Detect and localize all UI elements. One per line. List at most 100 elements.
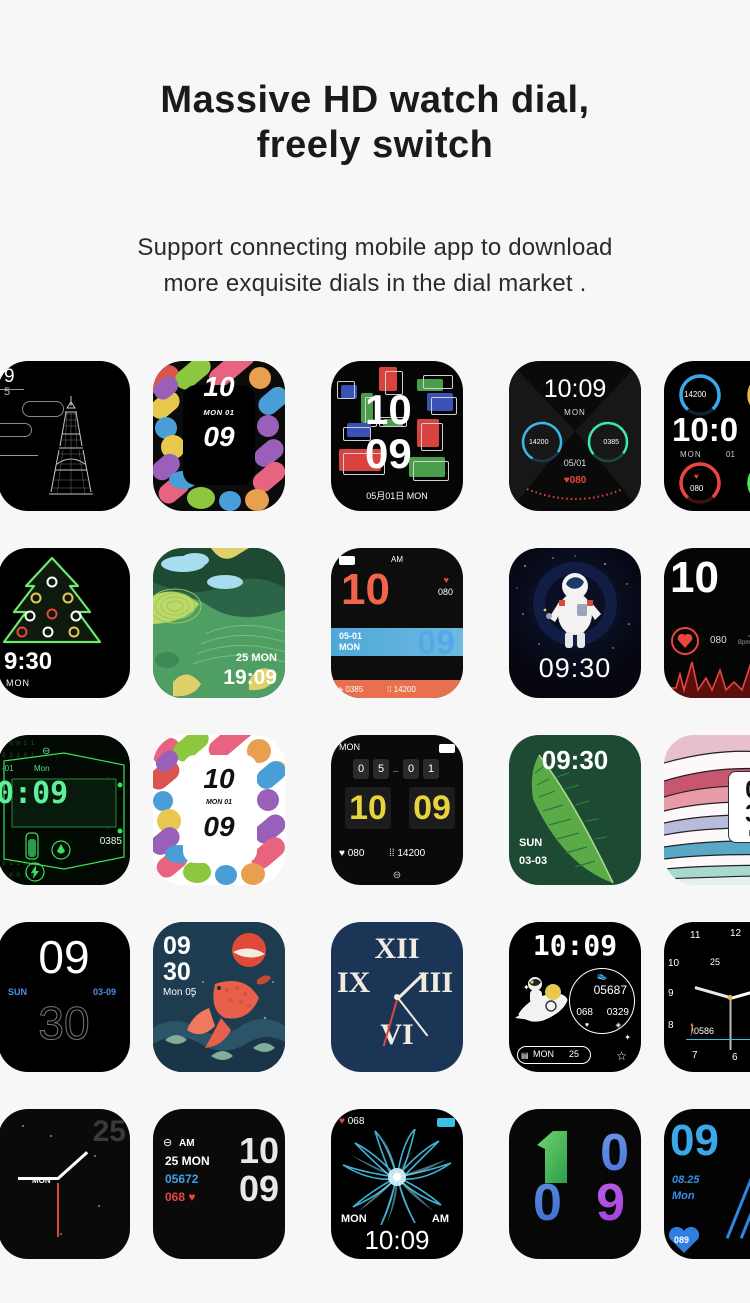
dial-heart-rate: ♥ 080 <box>339 849 364 859</box>
gradient-digit-9: 9 <box>596 1174 625 1232</box>
dial-cell: 25 MON 19:09 <box>130 548 308 698</box>
dial-cell: 14200 10:0 MON 01 ♥ 080 <box>664 361 750 511</box>
decor-block-outline <box>337 381 355 399</box>
horizon-line <box>0 455 38 456</box>
banana-leaf-dial[interactable]: 09:30 SUN 03-03 <box>509 735 641 885</box>
matrix-green-dial[interactable]: 1 0 0 1 10 1 1 0 1 0 1 1 0 11 0 0 1 0 10… <box>0 735 130 885</box>
battery-icon <box>439 744 455 753</box>
four-rings-dial[interactable]: 14200 10:0 MON 01 ♥ 080 <box>664 361 750 511</box>
decor-block-outline <box>431 397 457 415</box>
rocket-astronaut-dial[interactable]: 10:09 👟 05687 068 0329 ♥ ◈ ✦ ✦ ▤ MON 25 … <box>509 922 641 1072</box>
dial-date: MON 01 <box>203 408 235 417</box>
dial-hour: 10 <box>341 565 390 614</box>
decor-slash <box>739 1117 750 1239</box>
subhead-line-2: more exquisite dials in the dial market … <box>163 270 587 297</box>
green-landscape-dial[interactable]: 25 MON 19:09 <box>153 548 285 698</box>
dial-ampm: AM <box>431 1213 449 1225</box>
am-stats-dial[interactable]: ⊖ AM 25 MON 05672 068 ♥ 10 09 <box>153 1109 285 1259</box>
dial-cell: 9:30 MON <box>0 548 130 698</box>
dial-cell: 09:30 <box>486 548 664 698</box>
dial-cell: 09:30 SUN 03-03 <box>486 735 664 885</box>
heart-icon: ♥ <box>584 1022 589 1029</box>
dial-steps: 05672 <box>165 1172 199 1186</box>
dial-hour: 09 <box>670 1116 719 1165</box>
decor-blob <box>215 865 237 885</box>
dial-weekday: Mon <box>34 764 50 773</box>
decor-blob <box>187 487 215 509</box>
dial-minute: 30 <box>729 800 750 829</box>
date-digit: 1 <box>427 763 435 775</box>
battery-icon <box>437 1118 455 1127</box>
roman-numeral-dial[interactable]: XII IX III VI <box>331 922 463 1072</box>
dial-minute: 30 <box>38 997 90 1049</box>
dial-date: 08.25 <box>672 1174 700 1186</box>
orange-split-dial[interactable]: AM 10 ♥ 080 05-01 MON 09 ◈ 0385 ⁞⁞ 14200 <box>331 548 463 698</box>
horizon-line <box>0 389 24 390</box>
eiffel-tower-dial[interactable]: 9 5 <box>0 361 130 511</box>
analog-minimal-dial[interactable]: 25 MON <box>0 1109 130 1259</box>
analog-numbers-dial[interactable]: 11 12 10 9 8 7 6 25 MO 🚶 0586 <box>664 922 750 1072</box>
decor-blob <box>245 489 269 511</box>
headline-line-2: freely switch <box>256 124 494 166</box>
dial-date: -01 <box>2 764 14 773</box>
calendar-icon: ▤ <box>521 1051 529 1060</box>
decor-block-outline <box>423 375 453 389</box>
heart-icon: ♥ <box>694 472 699 481</box>
big-numerals-dial[interactable]: 09 SUN 03-09 30 <box>0 922 130 1072</box>
flip-clock-dial[interactable]: MON 0 5 – 0 1 10 09 ♥ 080 ⁞⁞ 14200 ⊖ <box>331 735 463 885</box>
dial-cell: 10 Mon 080 Bpm ✦ <box>664 548 750 698</box>
dial-weekday: MON <box>339 742 360 752</box>
white-dots-dial[interactable]: 10 MON 01 09 <box>153 735 285 885</box>
dial-heart-rate: ♥080 <box>509 476 641 486</box>
hour-marker-8: 8 <box>668 1020 674 1031</box>
steps-value: 14200 <box>397 848 426 859</box>
roman-numeral-3: III <box>417 966 453 999</box>
dial-steps: ⁞⁞ 14200 <box>387 686 416 694</box>
date-card: 1 <box>423 759 439 779</box>
heartbeat-ecg-dial[interactable]: 10 Mon 080 Bpm ✦ <box>664 548 750 698</box>
dial-hour: 10 <box>670 553 719 602</box>
color-blocks-dial[interactable]: 10 09 05月01日 MON <box>331 361 463 511</box>
hour-card: 10 <box>345 787 391 829</box>
x-cross-rings-dial[interactable]: 10:09 MON 14200 0385 05/01 ♥080 <box>509 361 641 511</box>
calories-ring <box>747 462 750 504</box>
dial-minute: 09 <box>203 811 235 842</box>
dial-cell: 09 AM 08.25 Mon 089 3 <box>664 1109 750 1259</box>
dial-day: 01 <box>726 450 735 459</box>
hour-hand <box>694 986 732 1000</box>
blue-gradient-dial[interactable]: 09 AM 08.25 Mon 089 3 <box>664 1109 750 1259</box>
secondary-ring <box>747 374 750 416</box>
link-icon: ⊖ <box>163 1137 173 1149</box>
dial-heart-rate: 089 <box>674 1235 690 1245</box>
dial-date: Fri 06 <box>729 829 750 838</box>
dial-cell: 09 30 Fri 06 <box>664 735 750 885</box>
dial-cell: 09 30 Mon 05 <box>130 922 308 1072</box>
christmas-tree-dial[interactable]: 9:30 MON <box>0 548 130 698</box>
dial-hour: 10 <box>365 386 412 433</box>
blue-flower-dial[interactable]: ♥ 068 MON AM 10:09 <box>331 1109 463 1259</box>
second-hand <box>730 998 732 1050</box>
dial-cell: 25 MON <box>0 1109 130 1259</box>
cloud-icon <box>0 423 32 437</box>
decor-block-outline <box>421 423 443 451</box>
date-separator: – <box>393 766 399 777</box>
koi-fish-dial[interactable]: 09 30 Mon 05 <box>153 922 285 1072</box>
astronaut-space-dial[interactable]: 09:30 <box>509 548 641 698</box>
star-outline-icon: ☆ <box>616 1049 627 1063</box>
gradient-numerals-dial[interactable]: 0 0 9 <box>509 1109 641 1259</box>
dial-time: 0:09 <box>0 776 69 811</box>
rocket-icon <box>515 977 568 1022</box>
link-icon: ⊖ <box>42 746 51 757</box>
heart-rate-value: 080 <box>569 475 587 486</box>
hour-marker-7: 7 <box>692 1050 698 1061</box>
color-dots-dial[interactable]: 10 MON 01 09 <box>153 361 285 511</box>
dial-cell: 0 0 9 <box>486 1109 664 1259</box>
dial-weekday: MON <box>680 450 702 459</box>
calories-value: 0385 <box>345 685 364 694</box>
dial-steps: 05687 <box>593 983 627 997</box>
dial-date: 03-09 <box>92 987 116 997</box>
gradient-digit-0: 0 <box>600 1124 629 1182</box>
dial-weekday: SUN <box>8 987 28 997</box>
pastel-waves-dial[interactable]: 09 30 Fri 06 <box>664 735 750 885</box>
hour-hand <box>18 1177 58 1180</box>
